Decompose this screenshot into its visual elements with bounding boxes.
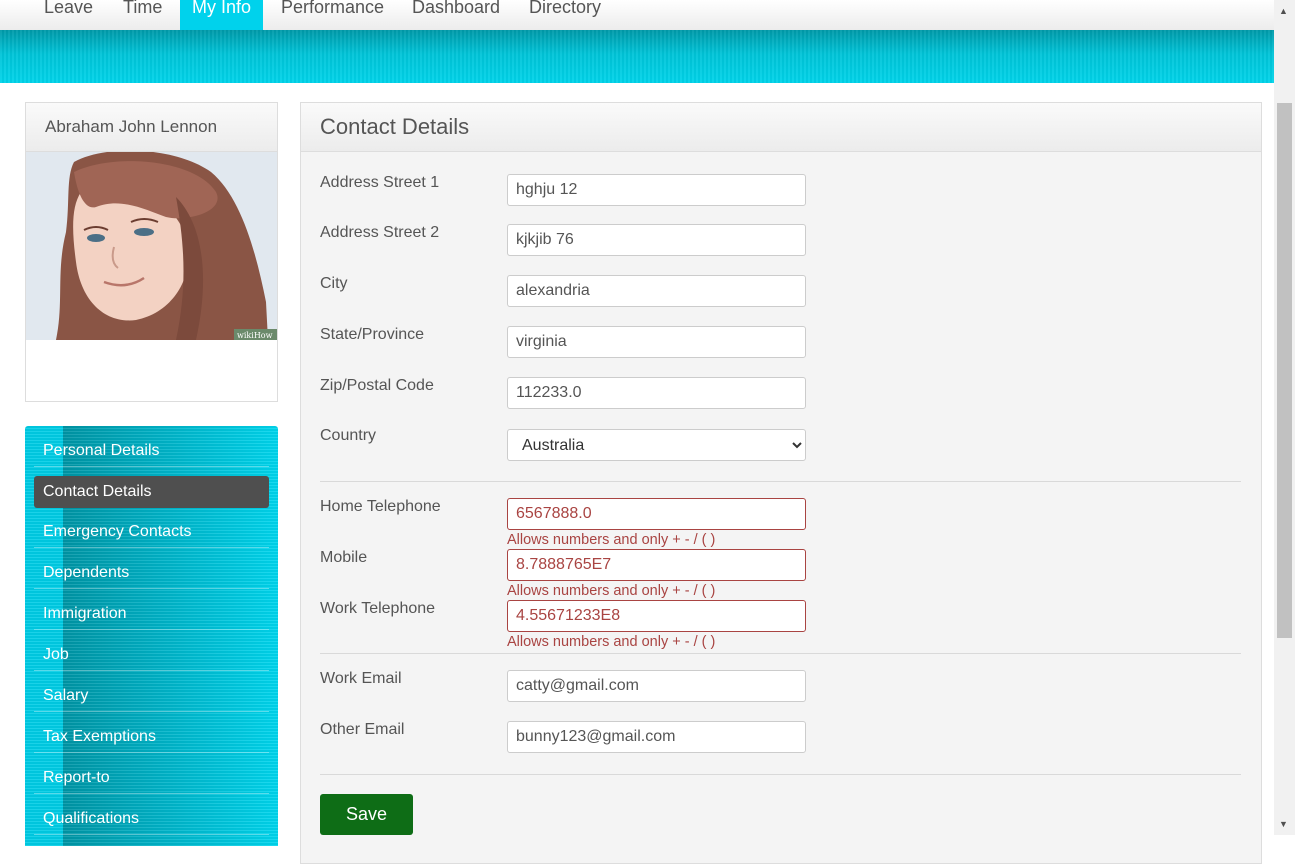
home-telephone-input[interactable] (507, 498, 806, 530)
tab-label: Directory (529, 0, 602, 17)
tab-label: Leave (44, 0, 94, 17)
tab-directory[interactable]: Directory (529, 0, 601, 30)
other-email-input[interactable] (507, 721, 806, 753)
country-label: Country (320, 427, 377, 444)
address-street-1-label: Address Street 1 (320, 174, 440, 191)
work-telephone-input[interactable] (507, 600, 806, 632)
save-button[interactable]: Save (320, 794, 413, 835)
mobile-error: Allows numbers and only + - / ( ) (507, 583, 716, 599)
top-nav: Leave Time My Info Performance Dashboard… (0, 0, 1274, 32)
country-select[interactable]: Australia (507, 429, 806, 461)
sidebar-item-contact-details[interactable]: Contact Details (34, 476, 269, 508)
section-divider (320, 653, 1241, 654)
work-telephone-error: Allows numbers and only + - / ( ) (507, 634, 716, 650)
sidebar-item-qualifications[interactable]: Qualifications (34, 803, 269, 835)
tab-label: My Info (192, 0, 252, 17)
sidebar-item-salary[interactable]: Salary (34, 680, 269, 712)
address-street-2-label: Address Street 2 (320, 224, 440, 241)
work-telephone-label: Work Telephone (320, 600, 436, 617)
home-telephone-label: Home Telephone (320, 498, 441, 515)
tab-label: Dashboard (412, 0, 501, 17)
zip-code-input[interactable] (507, 377, 806, 409)
profile-photo[interactable]: wikiHow (26, 152, 277, 340)
state-province-label: State/Province (320, 326, 425, 343)
header-banner (0, 30, 1274, 83)
scroll-up-arrow-icon[interactable]: ▲ (1279, 6, 1288, 16)
home-telephone-error: Allows numbers and only + - / ( ) (507, 532, 716, 548)
work-email-label: Work Email (320, 670, 402, 687)
scroll-down-arrow-icon[interactable]: ▼ (1279, 819, 1288, 829)
page-title: Contact Details (301, 103, 1261, 152)
profile-card: Abraham John Lennon wikiHow (25, 102, 278, 402)
sidebar-item-job[interactable]: Job (34, 639, 269, 671)
sidebar-item-immigration[interactable]: Immigration (34, 598, 269, 630)
tab-dashboard[interactable]: Dashboard (412, 0, 500, 30)
sidebar-item-report-to[interactable]: Report-to (34, 762, 269, 794)
profile-name: Abraham John Lennon (26, 103, 277, 152)
tab-performance[interactable]: Performance (281, 0, 384, 30)
sidebar-item-emergency-contacts[interactable]: Emergency Contacts (34, 516, 269, 548)
tab-label: Time (123, 0, 163, 17)
tab-leave[interactable]: Leave (44, 0, 93, 30)
mobile-input[interactable] (507, 549, 806, 581)
sidebar-item-tax-exemptions[interactable]: Tax Exemptions (34, 721, 269, 753)
page-scrollbar[interactable]: ▲ ▼ (1274, 0, 1295, 835)
scrollbar-thumb[interactable] (1277, 103, 1292, 638)
work-email-input[interactable] (507, 670, 806, 702)
other-email-label: Other Email (320, 721, 405, 738)
mobile-label: Mobile (320, 549, 368, 566)
section-divider (320, 481, 1241, 482)
sidebar-menu: Personal Details Contact Details Emergen… (25, 426, 278, 846)
city-input[interactable] (507, 275, 806, 307)
zip-code-label: Zip/Postal Code (320, 377, 434, 394)
state-province-input[interactable] (507, 326, 806, 358)
tab-my-info[interactable]: My Info (180, 0, 264, 32)
address-street-1-input[interactable] (507, 174, 806, 206)
city-label: City (320, 275, 348, 292)
sidebar-item-dependents[interactable]: Dependents (34, 557, 269, 589)
tab-time[interactable]: Time (123, 0, 162, 30)
wikihow-watermark: wikiHow (237, 331, 273, 340)
tab-label: Performance (281, 0, 385, 17)
address-street-2-input[interactable] (507, 224, 806, 256)
sidebar-item-personal-details[interactable]: Personal Details (34, 435, 269, 467)
avatar-illustration: wikiHow (26, 152, 277, 340)
section-divider (320, 774, 1241, 775)
